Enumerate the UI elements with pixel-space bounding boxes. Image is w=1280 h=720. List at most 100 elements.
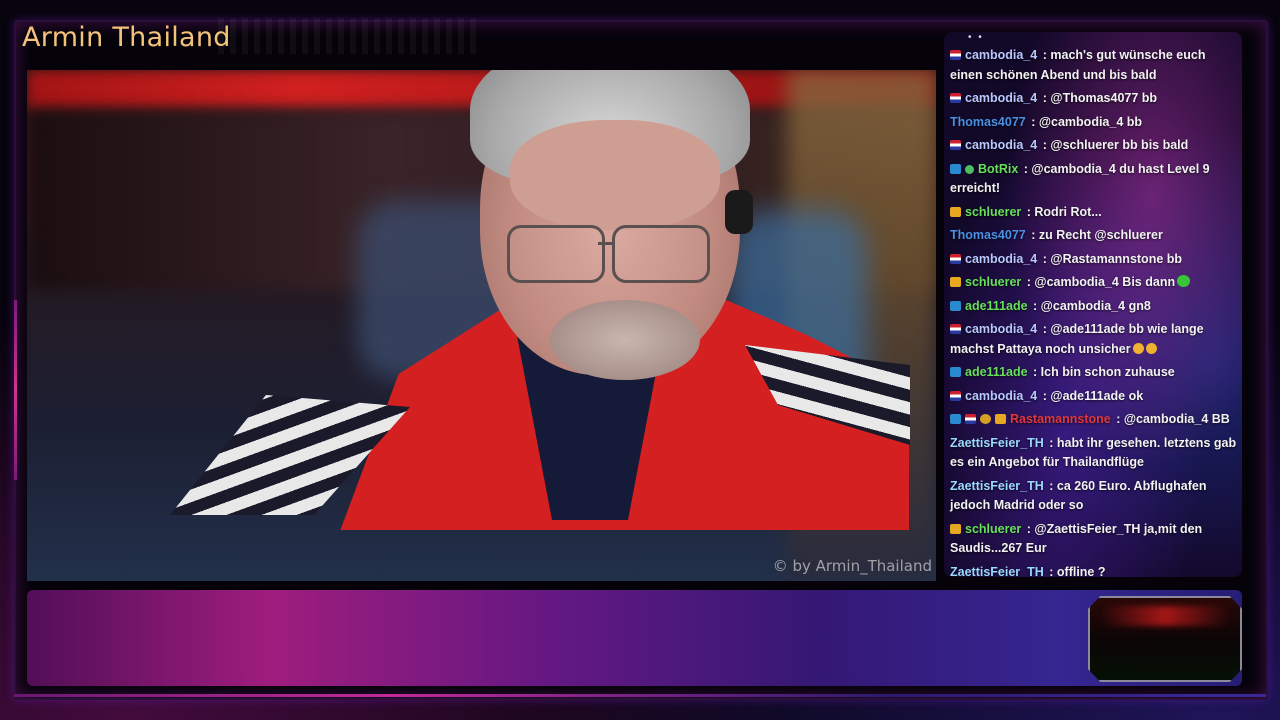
channel-title: Armin Thailand <box>22 22 231 53</box>
laughing-emoji-icon <box>1132 342 1144 354</box>
chat-username[interactable]: schluerer <box>965 205 1021 219</box>
chat-message: Thomas4077 : zu Recht @schluerer <box>950 224 1240 248</box>
chat-message: cambodia_4 : mach's gut wünsche euch ein… <box>950 44 1240 87</box>
chat-message: ade111ade : Ich bin schon zuhause <box>950 361 1240 385</box>
laughing-emoji-icon <box>1145 342 1157 354</box>
chat-message-text: @Thomas4077 bb <box>1050 91 1158 105</box>
flag-badge-icon <box>950 324 961 334</box>
flag-badge-icon <box>950 140 961 150</box>
chat-message: cambodia_4 : @Rastamannstone bb <box>950 248 1240 272</box>
chat-separator: : <box>1023 275 1035 289</box>
gold-badge-icon <box>980 414 991 424</box>
chat-username[interactable]: cambodia_4 <box>965 322 1037 336</box>
chat-message-text: @cambodia_4 Bis dann <box>1034 275 1176 289</box>
chat-username[interactable]: ZaettisFeier_TH <box>950 565 1044 578</box>
frame-accent-bottom <box>14 694 1266 697</box>
chat-message: cambodia_4 : @ade111ade ok <box>950 385 1240 409</box>
flag-badge-icon <box>950 93 961 103</box>
chat-separator: : <box>1027 228 1039 242</box>
chat-separator: : <box>1029 298 1041 313</box>
chat-message-text: @ade111ade ok <box>1050 388 1144 403</box>
chat-username[interactable]: cambodia_4 <box>965 252 1037 266</box>
chat-separator: : <box>1039 388 1051 403</box>
chat-separator: : <box>1039 251 1051 266</box>
chat-message-text: @Rastamannstone bb <box>1050 251 1183 266</box>
chat-message-text: Rodri Rot... <box>1034 204 1102 219</box>
glasses-right-lens <box>612 225 710 283</box>
person-face <box>510 120 720 230</box>
chat-username[interactable]: ZaettisFeier_TH <box>950 436 1044 450</box>
chat-message-text: offline ? <box>1056 564 1106 578</box>
chat-message-text: @cambodia_4 bb <box>1038 114 1143 129</box>
bottom-banner <box>27 590 1242 686</box>
headset-icon <box>725 190 753 234</box>
chat-separator: : <box>1045 478 1057 493</box>
crown-badge-icon <box>950 277 961 287</box>
chat-message: cambodia_4 : @Thomas4077 bb <box>950 87 1240 111</box>
flag-badge-icon <box>965 414 976 424</box>
chat-separator: : <box>1023 521 1035 536</box>
chat-username[interactable]: ade111ade <box>965 365 1028 379</box>
chat-scroll-indicator: • • <box>968 32 984 43</box>
chat-message: BotRix : @cambodia_4 du hast Level 9 err… <box>950 158 1240 201</box>
chat-message-text: zu Recht @schluerer <box>1038 228 1163 242</box>
chat-separator: : <box>1029 365 1041 379</box>
chat-username[interactable]: Thomas4077 <box>950 228 1026 242</box>
chat-username[interactable]: ade111ade <box>965 299 1028 313</box>
chat-username[interactable]: ZaettisFeier_TH <box>950 479 1044 493</box>
chat-username[interactable]: schluerer <box>965 275 1021 289</box>
chat-message-text: @cambodia_4 gn8 <box>1040 298 1151 313</box>
chat-username[interactable]: cambodia_4 <box>965 389 1037 403</box>
chat-message: ZaettisFeier_TH : offline ? <box>950 561 1240 578</box>
flag-badge-icon <box>950 50 961 60</box>
chat-message: ZaettisFeier_TH : ca 260 Euro. Abflughaf… <box>950 475 1240 518</box>
prime-badge-icon <box>950 300 961 311</box>
chat-panel[interactable]: • • cambodia_4 : mach's gut wünsche euch… <box>944 32 1242 577</box>
prime-badge-icon <box>950 414 961 424</box>
chat-separator: : <box>1020 161 1032 176</box>
chat-message: schluerer : @ZaettisFeier_TH ja,mit den … <box>950 518 1240 561</box>
chat-separator: : <box>1045 564 1057 578</box>
chat-separator: : <box>1045 435 1057 450</box>
chat-message: cambodia_4 : @schluerer bb bis bald <box>950 134 1240 158</box>
chat-message-text: Ich bin schon zuhause <box>1040 365 1175 379</box>
crown-badge-icon <box>950 206 961 217</box>
green-emote-icon <box>1177 275 1191 287</box>
glasses-left-lens <box>507 225 605 283</box>
chat-separator: : <box>1039 91 1051 105</box>
chat-message-list[interactable]: cambodia_4 : mach's gut wünsche euch ein… <box>950 44 1240 577</box>
chat-separator: : <box>1023 204 1035 219</box>
chat-message: Rastamannstone : @cambodia_4 BB <box>950 408 1240 432</box>
flag-badge-icon <box>950 253 961 264</box>
webcam-watermark: © by Armin_Thailand <box>772 557 932 575</box>
chat-message-text: @schluerer bb bis bald <box>1050 138 1189 152</box>
title-decoration <box>218 18 478 54</box>
person-beard <box>550 300 700 380</box>
chat-message: schluerer : Rodri Rot... <box>950 201 1240 225</box>
prime-badge-icon <box>950 367 961 377</box>
chat-username[interactable]: cambodia_4 <box>965 91 1037 105</box>
frame-accent-left <box>14 300 17 480</box>
verified-badge-icon <box>965 164 974 174</box>
chat-message-text: @cambodia_4 BB <box>1123 412 1230 426</box>
prime-badge-icon <box>950 163 961 174</box>
chat-separator: : <box>1039 322 1051 336</box>
webcam-subject: © by Armin_Thailand <box>27 70 936 581</box>
chat-message: ade111ade : @cambodia_4 gn8 <box>950 295 1240 319</box>
chat-separator: : <box>1039 48 1051 62</box>
chat-username[interactable]: schluerer <box>965 522 1021 536</box>
chat-message: cambodia_4 : @ade111ade bb wie lange mac… <box>950 318 1240 361</box>
chat-username[interactable]: Thomas4077 <box>950 115 1026 129</box>
mini-camera-light <box>1100 606 1230 626</box>
chat-separator: : <box>1039 138 1051 152</box>
chat-username[interactable]: BotRix <box>978 162 1018 176</box>
chat-message: Thomas4077 : @cambodia_4 bb <box>950 111 1240 135</box>
chat-username[interactable]: cambodia_4 <box>965 138 1037 152</box>
chat-separator: : <box>1027 114 1039 129</box>
chat-username[interactable]: Rastamannstone <box>1010 412 1111 426</box>
flag-badge-icon <box>950 390 961 401</box>
chat-separator: : <box>1112 412 1124 426</box>
crown-badge-icon <box>995 414 1006 424</box>
chat-message: schluerer : @cambodia_4 Bis dann <box>950 271 1240 295</box>
chat-username[interactable]: cambodia_4 <box>965 48 1037 62</box>
